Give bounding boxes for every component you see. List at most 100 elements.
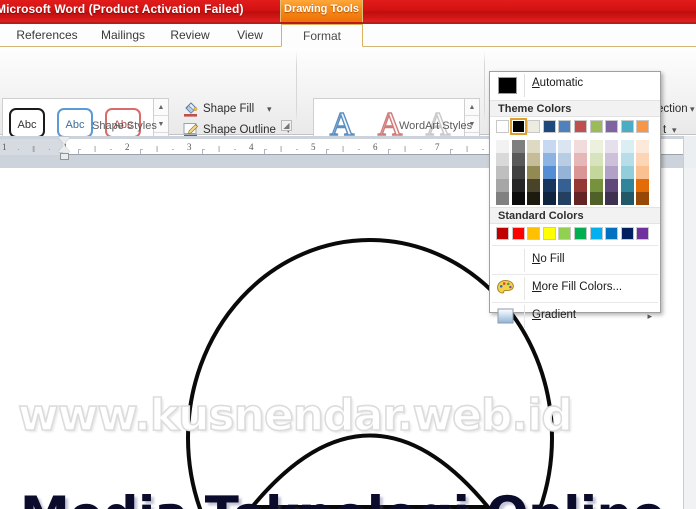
theme-color-variant-swatch[interactable]	[605, 179, 619, 192]
theme-color-variant-swatch[interactable]	[511, 140, 525, 153]
theme-color-variant-swatch[interactable]	[558, 192, 572, 205]
tab-mailings[interactable]: Mailings	[92, 24, 154, 47]
theme-color-variant-swatch[interactable]	[496, 179, 509, 192]
theme-color-variant-swatch[interactable]	[574, 192, 587, 205]
tab-references[interactable]: References	[10, 24, 84, 47]
wordart-headline[interactable]: Media Teknologi Online	[20, 486, 680, 509]
theme-color-variant-swatch[interactable]	[589, 192, 603, 205]
theme-color-variant-swatch[interactable]	[636, 140, 650, 153]
chevron-down-icon[interactable]: ▾	[690, 99, 695, 119]
standard-color-swatch[interactable]	[558, 227, 572, 240]
standard-color-swatch[interactable]	[605, 227, 619, 240]
theme-color-variant-swatch[interactable]	[605, 153, 619, 166]
ruler-quarter-mark: ·	[234, 145, 237, 154]
automatic-color-swatch[interactable]	[498, 77, 517, 94]
standard-color-swatch[interactable]	[574, 227, 587, 240]
theme-color-variant-swatch[interactable]	[511, 166, 525, 179]
gallery-scroll-up-button[interactable]: ▲	[154, 99, 168, 116]
theme-color-variant-swatch[interactable]	[605, 192, 619, 205]
theme-color-variant-swatch[interactable]	[542, 153, 556, 166]
theme-color-variant-swatch[interactable]	[620, 179, 634, 192]
shape-styles-dialog-launcher[interactable]: ◢	[281, 120, 292, 131]
standard-color-swatch[interactable]	[542, 227, 556, 240]
theme-color-variant-swatch[interactable]	[511, 192, 525, 205]
menu-item-automatic[interactable]: Automatic	[490, 72, 660, 99]
theme-color-variant-swatch[interactable]	[605, 166, 619, 179]
theme-color-swatch[interactable]	[542, 120, 556, 133]
theme-color-variant-swatch[interactable]	[574, 140, 587, 153]
menu-item-more-fill-colors[interactable]: More Fill Colors...	[490, 275, 660, 302]
tab-view[interactable]: View	[226, 24, 274, 47]
theme-color-variant-swatch[interactable]	[496, 140, 509, 153]
theme-color-variant-swatch[interactable]	[636, 166, 650, 179]
menu-item-gradient[interactable]: Gradient ▸	[490, 303, 660, 330]
scrollbar-top-cap[interactable]	[683, 136, 696, 168]
theme-color-swatch[interactable]	[574, 120, 587, 133]
theme-color-variant-swatch[interactable]	[558, 179, 572, 192]
left-indent-marker[interactable]	[60, 153, 69, 160]
theme-color-variant-swatch[interactable]	[542, 192, 556, 205]
theme-color-variant-swatch[interactable]	[636, 153, 650, 166]
ruler-quarter-mark: ·	[358, 145, 361, 154]
standard-color-swatch[interactable]	[496, 227, 509, 240]
theme-color-variant-swatch[interactable]	[620, 153, 634, 166]
theme-color-variant-swatch[interactable]	[496, 166, 509, 179]
theme-color-variant-swatch[interactable]	[496, 192, 509, 205]
menu-divider	[524, 249, 525, 272]
theme-color-variant-swatch[interactable]	[527, 140, 541, 153]
theme-color-swatch[interactable]	[509, 118, 527, 135]
vertical-scrollbar[interactable]	[683, 168, 696, 509]
standard-color-swatch[interactable]	[527, 227, 541, 240]
theme-color-variant-swatch[interactable]	[574, 153, 587, 166]
theme-color-variant-swatch[interactable]	[542, 140, 556, 153]
theme-color-swatch[interactable]	[558, 120, 572, 133]
submenu-arrow-icon[interactable]: ▸	[647, 311, 652, 322]
theme-color-variant-swatch[interactable]	[558, 153, 572, 166]
theme-color-variant-swatch[interactable]	[542, 166, 556, 179]
wordart-scroll-up-button[interactable]: ▲	[465, 99, 479, 116]
ruler-quarter-mark: ·	[482, 145, 485, 154]
text-fill-color-menu[interactable]: Automatic Theme Colors Standard Colors N…	[489, 71, 661, 328]
theme-color-variant-swatch[interactable]	[558, 140, 572, 153]
theme-color-variant-swatch[interactable]	[527, 179, 541, 192]
theme-color-variant-swatch[interactable]	[620, 166, 634, 179]
theme-color-variant-swatch[interactable]	[527, 192, 541, 205]
standard-colors-header: Standard Colors	[490, 207, 660, 224]
theme-color-variant-swatch[interactable]	[558, 166, 572, 179]
theme-color-variant-swatch[interactable]	[496, 153, 509, 166]
theme-color-swatch[interactable]	[605, 120, 619, 133]
theme-color-variant-swatch[interactable]	[589, 153, 603, 166]
theme-color-variant-swatch[interactable]	[636, 179, 650, 192]
hanging-indent-marker[interactable]	[58, 145, 70, 152]
theme-color-swatch[interactable]	[527, 120, 541, 133]
theme-color-variant-swatch[interactable]	[589, 140, 603, 153]
theme-color-variant-swatch[interactable]	[527, 153, 541, 166]
theme-color-variant-swatch[interactable]	[511, 153, 525, 166]
theme-color-variant-swatch[interactable]	[620, 140, 634, 153]
standard-color-swatch[interactable]	[511, 227, 525, 240]
theme-color-swatch[interactable]	[589, 120, 603, 133]
standard-color-swatch[interactable]	[589, 227, 603, 240]
tab-review[interactable]: Review	[162, 24, 218, 47]
theme-color-swatch[interactable]	[496, 120, 509, 133]
shape-style-2[interactable]: Abc	[57, 108, 93, 138]
theme-color-variant-swatch[interactable]	[527, 166, 541, 179]
theme-color-variant-swatch[interactable]	[589, 166, 603, 179]
first-line-indent-marker[interactable]	[58, 137, 70, 144]
theme-color-variant-swatch[interactable]	[574, 166, 587, 179]
tab-format[interactable]: Format	[281, 24, 363, 47]
theme-color-variant-swatch[interactable]	[605, 140, 619, 153]
theme-color-variant-swatch[interactable]	[620, 192, 634, 205]
theme-color-variant-swatch[interactable]	[542, 179, 556, 192]
chevron-down-icon[interactable]: ▾	[267, 99, 272, 119]
standard-color-swatch[interactable]	[620, 227, 634, 240]
theme-color-swatch[interactable]	[620, 120, 634, 133]
shape-style-1[interactable]: Abc	[9, 108, 45, 138]
menu-item-no-fill[interactable]: No Fill	[490, 247, 660, 274]
theme-color-variant-swatch[interactable]	[511, 179, 525, 192]
theme-color-variant-swatch[interactable]	[636, 192, 650, 205]
theme-color-variant-swatch[interactable]	[574, 179, 587, 192]
theme-color-swatch[interactable]	[636, 120, 650, 133]
theme-color-variant-swatch[interactable]	[589, 179, 603, 192]
standard-color-swatch[interactable]	[636, 227, 650, 240]
